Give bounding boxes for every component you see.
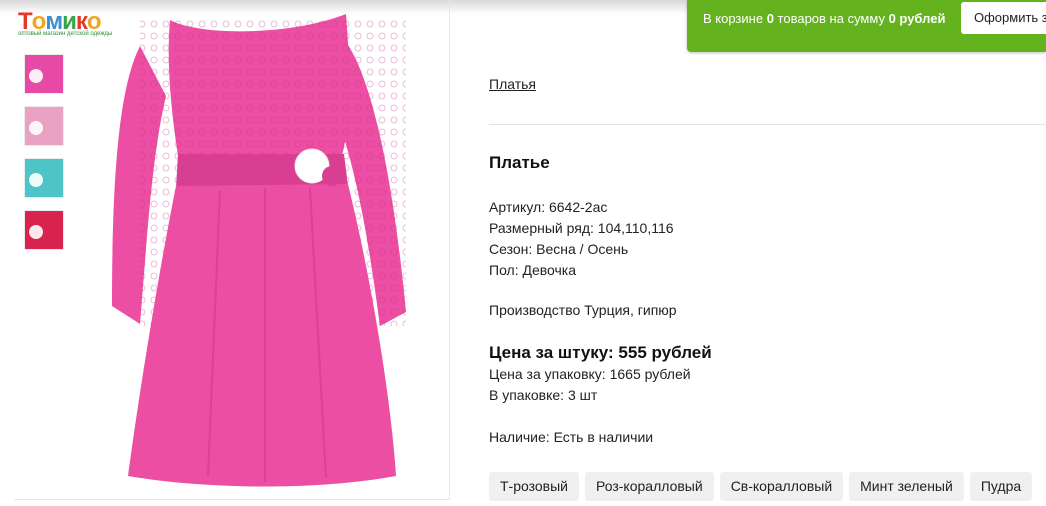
color-option-mint-green[interactable]: Минт зеленый: [849, 472, 964, 501]
flower-icon: [29, 121, 43, 135]
color-option-powder[interactable]: Пудра: [969, 472, 1033, 501]
cart-sum: 0 рублей: [888, 11, 946, 26]
main-product-image[interactable]: [100, 6, 420, 490]
price-per-pack: Цена за упаковку: 1665 рублей: [489, 366, 691, 382]
flower-icon: [29, 69, 43, 83]
property-article: Артикул: 6642-2ас: [489, 199, 608, 215]
cart-text-prefix: В корзине: [703, 11, 764, 26]
cart-bar: В корзине 0 товаров на сумму 0 рублей Оф…: [687, 0, 1046, 52]
cart-items-count: 0: [766, 11, 774, 26]
price-per-item: Цена за штуку: 555 рублей: [489, 343, 712, 362]
property-sizes: Размерный ряд: 104,110,116: [489, 220, 674, 236]
dress-skirt: [128, 184, 396, 487]
product-properties: Артикул: 6642-2ас Размерный ряд: 104,110…: [489, 197, 674, 281]
color-option-light-coral[interactable]: Св-коралловый: [719, 472, 844, 501]
thumbnail-3[interactable]: [24, 158, 64, 198]
color-options: Т-розовый Роз-коралловый Св-коралловый Минт…: [489, 472, 1038, 501]
thumbnail-4[interactable]: [24, 210, 64, 250]
flower-icon: [29, 225, 43, 239]
divider: [489, 124, 1046, 125]
property-gender: Пол: Девочка: [489, 262, 577, 278]
product-origin: Производство Турция, гипюр: [489, 302, 677, 318]
breadcrumb-link[interactable]: Платья: [489, 76, 536, 92]
checkout-button[interactable]: Оформить з: [961, 2, 1046, 34]
availability-status: Наличие: Есть в наличии: [489, 429, 654, 445]
thumbnail-2[interactable]: [24, 106, 64, 146]
product-title: Платье: [489, 153, 550, 172]
thumbnail-list: [24, 54, 64, 262]
color-option-t-pink[interactable]: Т-розовый: [489, 472, 579, 501]
cart-text-middle: товаров на сумму: [777, 11, 885, 26]
logo-tagline: оптовый магазин детской одежды: [18, 31, 113, 37]
flower-icon: [29, 173, 43, 187]
color-option-pink-coral[interactable]: Роз-коралловый: [585, 472, 714, 501]
cart-summary: В корзине 0 товаров на сумму 0 рублей: [703, 11, 945, 26]
property-season: Сезон: Весна / Осень: [489, 241, 629, 257]
pack-count: В упаковке: 3 шт: [489, 387, 598, 403]
thumbnail-1[interactable]: [24, 54, 64, 94]
